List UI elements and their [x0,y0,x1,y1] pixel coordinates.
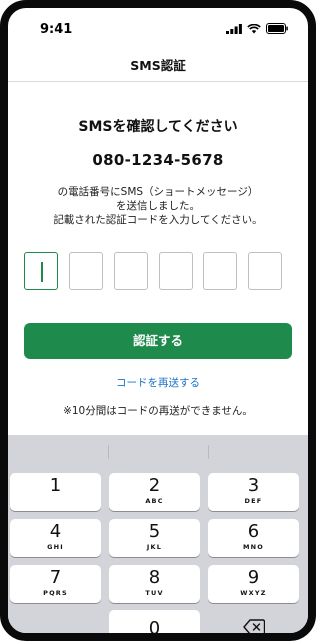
key-1[interactable]: 1 [10,473,101,511]
key-letters: WXYZ [240,589,267,597]
key-letters: GHI [47,543,64,551]
accessory-divider [108,445,109,459]
accessory-divider [208,445,209,459]
verify-button[interactable]: 認証する [24,323,292,359]
code-input-4[interactable] [159,252,193,290]
key-letters: MNO [242,543,265,551]
status-icons [226,23,288,34]
key-number: 3 [247,475,260,496]
page-title: SMS認証 [130,58,186,73]
heading: SMSを確認してください [78,119,238,135]
description-line-2: を送信しました。 [116,200,200,212]
code-input-2[interactable] [69,252,103,290]
code-input-5[interactable] [203,252,237,290]
text-caret [41,262,43,282]
key-number: 1 [49,475,62,496]
key-number: 8 [148,567,161,588]
key-letters: DEF [244,497,263,505]
code-input-1[interactable] [24,252,58,290]
key-number: 9 [247,567,260,588]
key-letters: ABC [145,497,164,505]
phone-frame: 9:41 SMS認証 SMSを確認してください 080-1234-5678 の電… [0,0,316,641]
description: の電話番号にSMS（ショートメッセージ） を送信しました。 記載された認証コード… [8,185,308,227]
key-7[interactable]: 7 PQRS [10,565,101,603]
code-input-6[interactable] [248,252,282,290]
delete-key[interactable] [208,610,299,633]
key-number: 2 [148,475,161,496]
key-3[interactable]: 3 DEF [208,473,299,511]
battery-icon [266,23,288,34]
status-time: 9:41 [40,22,73,37]
numeric-keypad: 1 2 ABC 3 DEF 4 GHI 5 JKL 6 MNO 7 PQRS 8 [8,435,308,633]
key-number: 7 [49,567,62,588]
key-2[interactable]: 2 ABC [109,473,200,511]
key-6[interactable]: 6 MNO [208,519,299,557]
wifi-icon [247,23,261,33]
backspace-icon [243,619,265,633]
nav-bar: SMS認証 [8,44,308,82]
cellular-signal-icon [226,23,242,34]
key-0[interactable]: 0 [109,610,200,639]
key-letters: PQRS [43,589,68,597]
keyboard-accessory-bar [8,435,308,468]
key-letters: TUV [145,589,164,597]
key-8[interactable]: 8 TUV [109,565,200,603]
code-input-3[interactable] [114,252,148,290]
resend-code-link[interactable]: コードを再送する [8,375,308,390]
key-4[interactable]: 4 GHI [10,519,101,557]
key-9[interactable]: 9 WXYZ [208,565,299,603]
key-number: 5 [148,521,161,542]
key-5[interactable]: 5 JKL [109,519,200,557]
key-number: 6 [247,521,260,542]
description-line-1: の電話番号にSMS（ショートメッセージ） [57,186,259,198]
key-letters: JKL [146,543,163,551]
description-line-3: 記載された認証コードを入力してください。 [53,214,263,226]
phone-number: 080-1234-5678 [92,151,224,169]
resend-note: ※10分間はコードの再送ができません。 [63,405,253,417]
key-number: 0 [148,618,161,639]
status-bar: 9:41 [8,8,308,44]
key-number: 4 [49,521,62,542]
